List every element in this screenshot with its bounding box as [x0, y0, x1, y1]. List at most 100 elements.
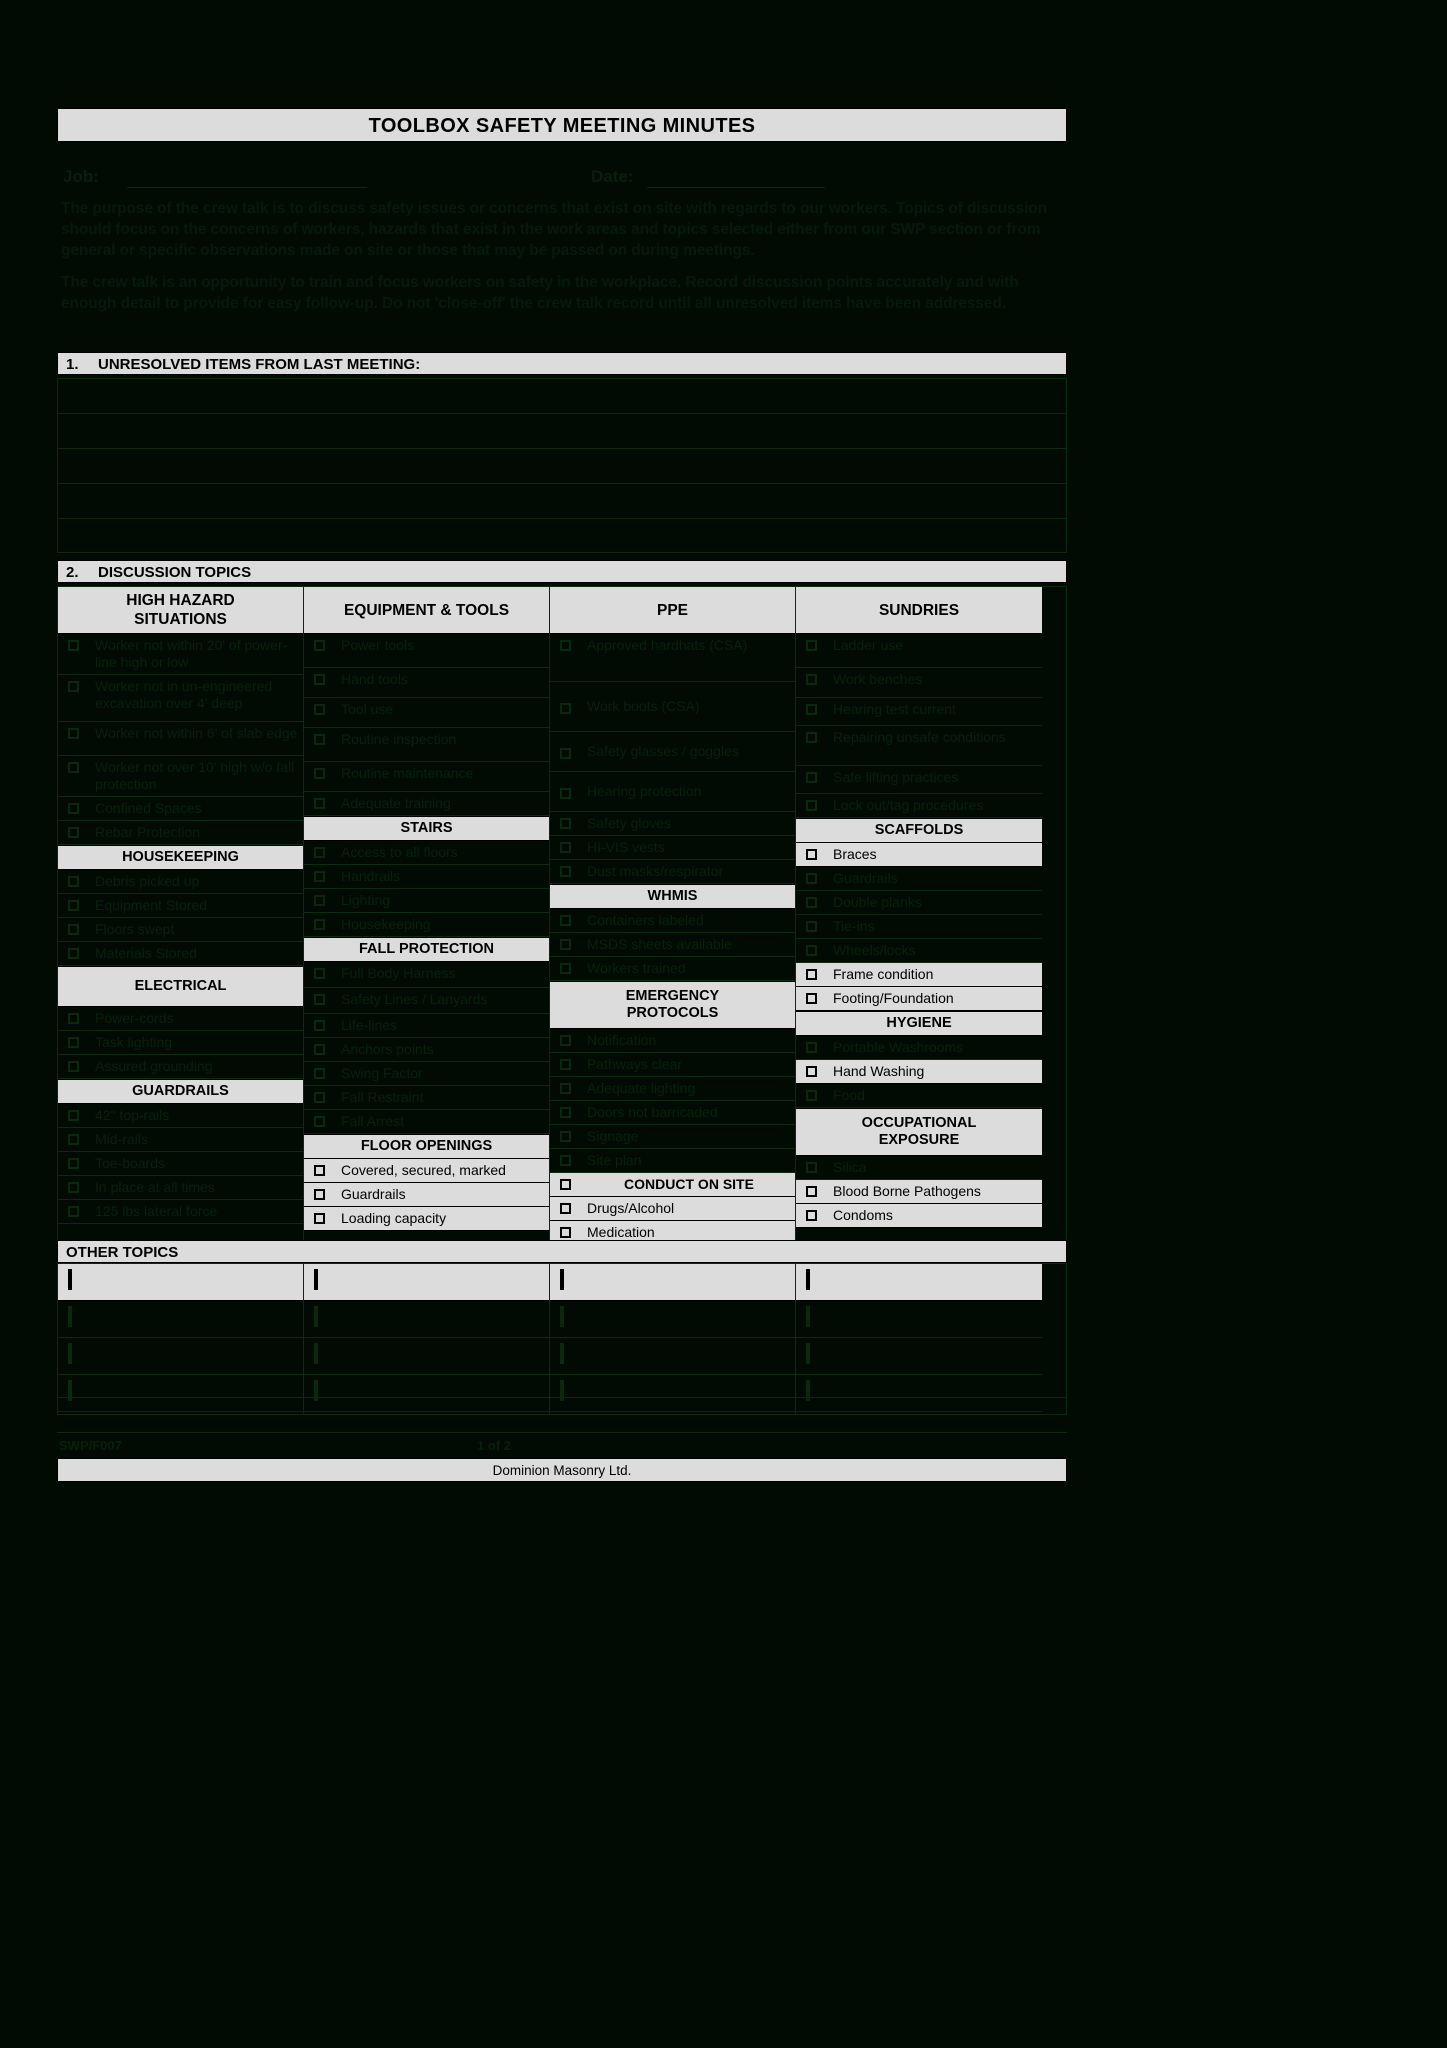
checklist-item[interactable]: Frame condition [796, 963, 1042, 987]
checkbox-icon[interactable] [314, 1092, 325, 1103]
checkbox-icon[interactable] [314, 871, 325, 882]
checkbox-icon[interactable] [560, 1131, 571, 1142]
checkbox-icon[interactable] [68, 1182, 79, 1193]
checkbox-icon[interactable] [68, 1134, 79, 1145]
checklist-item[interactable]: Swing Factor [304, 1062, 549, 1086]
checklist-item[interactable]: Anchors points [304, 1038, 549, 1062]
checklist-item[interactable]: 125 lbs lateral force [58, 1200, 303, 1224]
checkbox-icon[interactable] [314, 968, 325, 979]
other-topic-cell[interactable] [58, 1301, 303, 1338]
checkbox-icon[interactable] [806, 1042, 817, 1053]
checkbox-icon[interactable] [560, 866, 571, 877]
checklist-item[interactable]: Safety gloves [550, 812, 795, 836]
checklist-item[interactable]: Housekeeping [304, 913, 549, 937]
checklist-item[interactable]: Site plan [550, 1149, 795, 1173]
checkbox-icon[interactable] [314, 1343, 318, 1364]
other-topic-cell[interactable] [796, 1375, 1042, 1412]
checklist-item[interactable]: Routine inspection [304, 728, 549, 762]
checkbox-icon[interactable] [560, 818, 571, 829]
checkbox-icon[interactable] [806, 1343, 810, 1364]
checklist-item[interactable]: Work boots (CSA) [550, 682, 795, 732]
checkbox-icon[interactable] [314, 1306, 318, 1327]
checkbox-icon[interactable] [314, 1269, 318, 1290]
checklist-item[interactable]: Tool use [304, 698, 549, 728]
checkbox-icon[interactable] [560, 787, 571, 799]
other-topic-cell[interactable] [796, 1338, 1042, 1375]
checklist-item[interactable]: Hearing test current [796, 698, 1042, 726]
checkbox-icon[interactable] [560, 1343, 564, 1364]
other-topic-cell[interactable] [304, 1301, 549, 1338]
checkbox-icon[interactable] [314, 1068, 325, 1079]
checklist-item[interactable]: Hand Washing [796, 1060, 1042, 1084]
checkbox-icon[interactable] [314, 1380, 318, 1401]
checkbox-icon[interactable] [68, 803, 79, 814]
checklist-item[interactable]: Fall Arrest [304, 1110, 549, 1134]
checkbox-icon[interactable] [68, 1380, 72, 1401]
checkbox-icon[interactable] [68, 900, 79, 911]
checklist-item[interactable]: Pathways clear [550, 1053, 795, 1077]
checklist-item[interactable]: Safety glasses / goggles [550, 732, 795, 772]
checkbox-icon[interactable] [560, 1179, 571, 1190]
checkbox-icon[interactable] [68, 681, 79, 692]
checkbox-icon[interactable] [806, 969, 817, 980]
checkbox-icon[interactable] [560, 1035, 571, 1046]
checkbox-icon[interactable] [806, 1186, 817, 1197]
checklist-item[interactable]: Mid-rails [58, 1128, 303, 1152]
checkbox-icon[interactable] [68, 1343, 72, 1364]
checklist-item[interactable]: Safety Lines / Lanyards [304, 988, 549, 1014]
checklist-item[interactable]: Loading capacity [304, 1207, 549, 1231]
date-input-rule[interactable] [647, 187, 825, 188]
checkbox-icon[interactable] [560, 939, 571, 950]
other-topic-cell[interactable] [796, 1301, 1042, 1338]
checkbox-icon[interactable] [560, 747, 571, 759]
checkbox-icon[interactable] [560, 1306, 564, 1327]
checkbox-icon[interactable] [806, 640, 817, 651]
other-topic-cell[interactable] [304, 1375, 549, 1412]
other-topic-cell[interactable] [304, 1264, 549, 1301]
checkbox-icon[interactable] [314, 847, 325, 858]
checklist-item[interactable]: Hand tools [304, 668, 549, 698]
checkbox-icon[interactable] [806, 897, 817, 908]
checkbox-icon[interactable] [560, 1227, 571, 1238]
checklist-item[interactable]: Debris picked up [58, 870, 303, 894]
checkbox-icon[interactable] [314, 734, 325, 745]
checklist-item[interactable]: Power-cords [58, 1007, 303, 1031]
checkbox-icon[interactable] [68, 948, 79, 959]
checkbox-icon[interactable] [806, 1210, 817, 1221]
checklist-item[interactable]: Portable Washrooms [796, 1036, 1042, 1060]
checklist-item[interactable]: Condoms [796, 1204, 1042, 1228]
checklist-item[interactable]: Containers labeled [550, 909, 795, 933]
checkbox-icon[interactable] [68, 762, 79, 773]
other-topic-cell[interactable] [550, 1301, 795, 1338]
checkbox-icon[interactable] [314, 768, 325, 779]
checkbox-icon[interactable] [314, 798, 325, 809]
checkbox-icon[interactable] [314, 1189, 325, 1200]
checklist-item[interactable]: Silica [796, 1156, 1042, 1180]
checklist-item[interactable]: Footing/Foundation [796, 987, 1042, 1011]
checkbox-icon[interactable] [68, 827, 79, 838]
checklist-item[interactable]: Adequate lighting [550, 1077, 795, 1101]
checkbox-icon[interactable] [560, 702, 571, 714]
checkbox-icon[interactable] [68, 1158, 79, 1169]
checklist-item[interactable]: Work benches [796, 668, 1042, 698]
checklist-item[interactable]: Life-lines [304, 1014, 549, 1038]
checkbox-icon[interactable] [806, 704, 817, 715]
other-topic-cell[interactable] [550, 1264, 795, 1301]
other-topic-cell[interactable] [58, 1375, 303, 1412]
checklist-item[interactable]: Workers trained [550, 957, 795, 981]
checkbox-icon[interactable] [806, 1162, 817, 1173]
checkbox-icon[interactable] [314, 994, 325, 1005]
checkbox-icon[interactable] [68, 1037, 79, 1048]
checklist-item[interactable]: Materials Stored [58, 942, 303, 966]
checkbox-icon[interactable] [68, 1013, 79, 1024]
checklist-item[interactable]: Guardrails [796, 867, 1042, 891]
checkbox-icon[interactable] [806, 1306, 810, 1327]
checkbox-icon[interactable] [560, 1203, 571, 1214]
checkbox-icon[interactable] [68, 924, 79, 935]
checklist-item[interactable]: Power tools [304, 634, 549, 668]
checkbox-icon[interactable] [68, 728, 79, 739]
checkbox-icon[interactable] [560, 842, 571, 853]
checkbox-icon[interactable] [314, 1213, 325, 1224]
checklist-item[interactable]: Worker not within 6' of slab edge [58, 722, 303, 756]
checkbox-icon[interactable] [560, 1155, 571, 1166]
